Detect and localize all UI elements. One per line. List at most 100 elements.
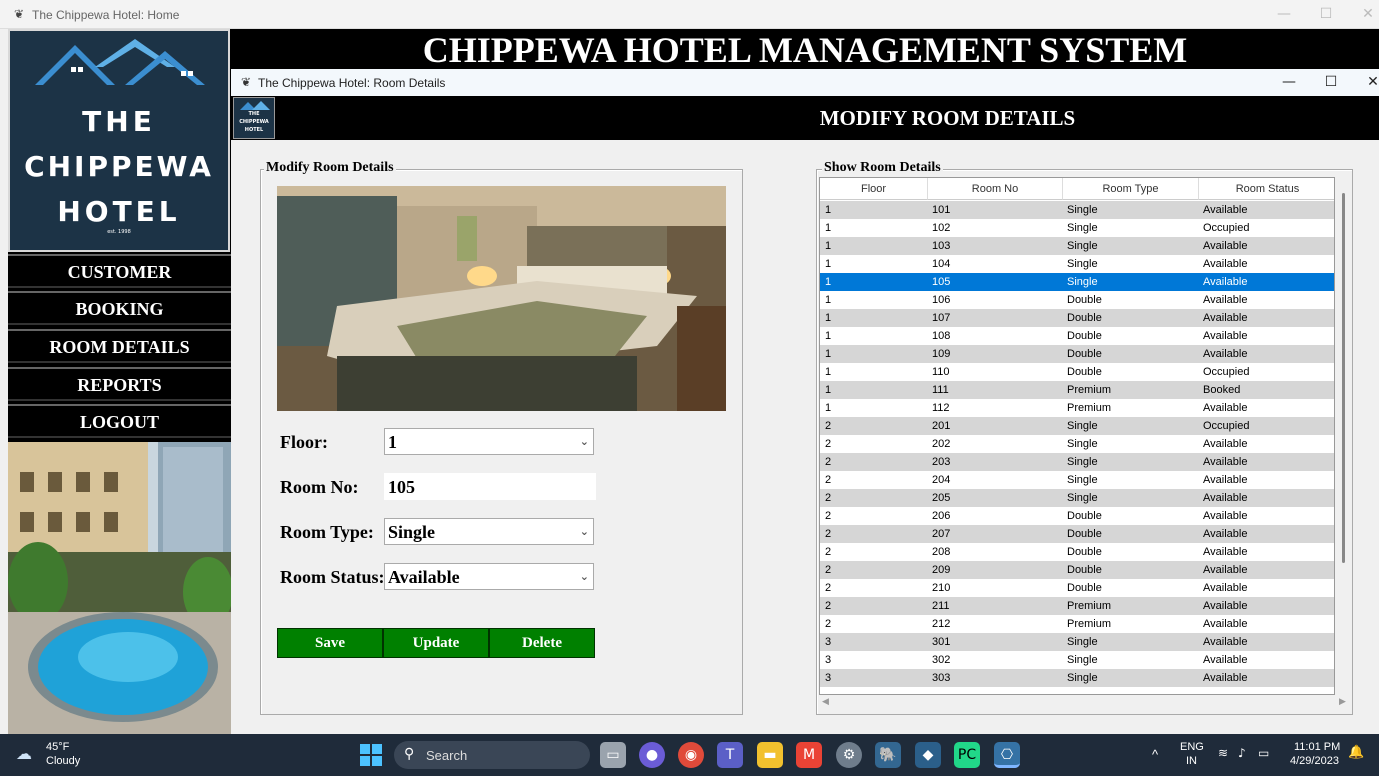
table-row[interactable]: 2 207 Double Available bbox=[820, 525, 1334, 543]
cell-room-status: Available bbox=[1203, 348, 1248, 360]
cell-room-type: Double bbox=[1067, 528, 1102, 540]
table-row[interactable]: 1 103 Single Available bbox=[820, 237, 1334, 255]
column-header-floor[interactable]: Floor bbox=[820, 178, 928, 200]
table-row[interactable]: 2 208 Double Available bbox=[820, 543, 1334, 561]
save-button[interactable]: Save bbox=[277, 628, 383, 658]
cell-room-type: Double bbox=[1067, 330, 1102, 342]
close-button[interactable]: ✕ bbox=[1348, 6, 1379, 22]
clock-time[interactable]: 11:01 PM bbox=[1294, 741, 1340, 753]
cell-room-type: Double bbox=[1067, 582, 1102, 594]
show-hidden-icons-chevron[interactable]: ^ bbox=[1152, 747, 1158, 762]
cell-room-status: Available bbox=[1203, 618, 1248, 630]
room-no-input[interactable]: 105 bbox=[384, 473, 596, 500]
cell-floor: 2 bbox=[825, 420, 832, 432]
python-icon[interactable]: ⎔ bbox=[994, 742, 1020, 768]
table-row[interactable]: 1 104 Single Available bbox=[820, 255, 1334, 273]
pycharm-icon[interactable]: PC bbox=[954, 742, 980, 768]
table-row[interactable]: 2 210 Double Available bbox=[820, 579, 1334, 597]
cell-floor: 2 bbox=[825, 564, 832, 576]
table-row[interactable]: 2 204 Single Available bbox=[820, 471, 1334, 489]
nav-customer-button[interactable]: CUSTOMER bbox=[8, 254, 231, 288]
table-row[interactable]: 2 211 Premium Available bbox=[820, 597, 1334, 615]
table-row[interactable]: 1 101 Single Available bbox=[820, 201, 1334, 219]
settings-icon[interactable]: ⚙ bbox=[836, 742, 862, 768]
cell-room-type: Premium bbox=[1067, 402, 1112, 414]
minimize-button[interactable]: — bbox=[1264, 6, 1304, 22]
cell-floor: 1 bbox=[825, 348, 832, 360]
nav-booking-button[interactable]: BOOKING bbox=[8, 291, 231, 325]
cell-floor: 2 bbox=[825, 582, 832, 594]
table-row[interactable]: 1 106 Double Available bbox=[820, 291, 1334, 309]
cell-room-status: Available bbox=[1203, 492, 1248, 504]
column-header-room-no[interactable]: Room No bbox=[928, 178, 1063, 200]
nav-logout-button[interactable]: LOGOUT bbox=[8, 404, 231, 438]
child-minimize-button[interactable]: — bbox=[1269, 74, 1309, 90]
language-line2[interactable]: IN bbox=[1186, 755, 1197, 767]
table-row[interactable]: 1 109 Double Available bbox=[820, 345, 1334, 363]
chrome-icon[interactable]: ◉ bbox=[678, 742, 704, 768]
child-window-titlebar: ❦ The Chippewa Hotel: Room Details — ☐ ✕ bbox=[231, 69, 1379, 96]
cell-room-type: Single bbox=[1067, 636, 1098, 648]
update-button[interactable]: Update bbox=[383, 628, 489, 658]
gmail-icon[interactable]: M bbox=[796, 742, 822, 768]
feather-icon: ❦ bbox=[241, 75, 252, 89]
table-row[interactable]: 1 110 Double Occupied bbox=[820, 363, 1334, 381]
maximize-button[interactable]: ☐ bbox=[1306, 6, 1346, 22]
child-close-button[interactable]: ✕ bbox=[1353, 74, 1379, 90]
cell-room-no: 203 bbox=[932, 456, 951, 468]
folder-icon[interactable]: ▬ bbox=[757, 742, 783, 768]
table-row[interactable]: 2 206 Double Available bbox=[820, 507, 1334, 525]
table-row[interactable]: 2 209 Double Available bbox=[820, 561, 1334, 579]
nav-room-details-button[interactable]: ROOM DETAILS bbox=[8, 329, 231, 363]
table-row[interactable]: 2 203 Single Available bbox=[820, 453, 1334, 471]
table-row[interactable]: 1 108 Double Available bbox=[820, 327, 1334, 345]
room-type-dropdown[interactable]: Single ⌄ bbox=[384, 518, 594, 545]
table-row[interactable]: 2 205 Single Available bbox=[820, 489, 1334, 507]
clock-date[interactable]: 4/29/2023 bbox=[1290, 755, 1339, 767]
child-maximize-button[interactable]: ☐ bbox=[1311, 74, 1351, 90]
table-row[interactable]: 1 112 Premium Available bbox=[820, 399, 1334, 417]
meet-icon[interactable]: ● bbox=[639, 742, 665, 768]
wifi-icon[interactable]: ≋ bbox=[1218, 746, 1228, 760]
table-row[interactable]: 3 302 Single Available bbox=[820, 651, 1334, 669]
teams-icon[interactable]: T bbox=[717, 742, 743, 768]
nav-reports-button[interactable]: REPORTS bbox=[8, 367, 231, 401]
table-row[interactable]: 3 301 Single Available bbox=[820, 633, 1334, 651]
floor-dropdown[interactable]: 1 ⌄ bbox=[384, 428, 594, 455]
cell-room-type: Single bbox=[1067, 654, 1098, 666]
vertical-scrollbar[interactable] bbox=[1337, 177, 1351, 695]
horizontal-scrollbar[interactable]: ◀ ▶ bbox=[819, 697, 1351, 711]
weather-desc[interactable]: Cloudy bbox=[46, 755, 80, 767]
table-row-selected[interactable]: 1 105 Single Available bbox=[820, 273, 1334, 291]
mini-hotel-logo: THE CHIPPEWA HOTEL bbox=[233, 97, 275, 139]
battery-icon[interactable]: ▭ bbox=[1258, 746, 1269, 760]
table-row[interactable]: 2 212 Premium Available bbox=[820, 615, 1334, 633]
mini-logo-line2: CHIPPEWA bbox=[239, 119, 269, 125]
table-row[interactable]: 3 303 Single Available bbox=[820, 669, 1334, 687]
cell-floor: 1 bbox=[825, 222, 832, 234]
column-header-room-status[interactable]: Room Status bbox=[1199, 178, 1334, 200]
table-row[interactable]: 2 202 Single Available bbox=[820, 435, 1334, 453]
volume-icon[interactable]: ♪ bbox=[1238, 746, 1246, 760]
language-line1[interactable]: ENG bbox=[1180, 741, 1204, 753]
windows-start-icon[interactable] bbox=[360, 744, 382, 766]
cell-room-no: 208 bbox=[932, 546, 951, 558]
scroll-right-icon[interactable]: ▶ bbox=[1339, 697, 1346, 707]
task-view-icon[interactable]: ▭ bbox=[600, 742, 626, 768]
app-icon[interactable]: ◆ bbox=[915, 742, 941, 768]
weather-temp[interactable]: 45°F bbox=[46, 741, 69, 753]
scroll-left-icon[interactable]: ◀ bbox=[822, 697, 829, 707]
cell-room-no: 205 bbox=[932, 492, 951, 504]
delete-button[interactable]: Delete bbox=[489, 628, 595, 658]
taskbar-search-box[interactable]: ⚲ Search bbox=[394, 741, 590, 769]
vertical-scroll-thumb[interactable] bbox=[1342, 193, 1345, 563]
table-row[interactable]: 2 201 Single Occupied bbox=[820, 417, 1334, 435]
table-row[interactable]: 1 102 Single Occupied bbox=[820, 219, 1334, 237]
room-photo bbox=[277, 186, 726, 411]
notification-bell-icon[interactable]: 🔔 bbox=[1348, 745, 1364, 760]
postgres-icon[interactable]: 🐘 bbox=[875, 742, 901, 768]
room-status-dropdown[interactable]: Available ⌄ bbox=[384, 563, 594, 590]
table-row[interactable]: 1 107 Double Available bbox=[820, 309, 1334, 327]
column-header-room-type[interactable]: Room Type bbox=[1063, 178, 1199, 200]
table-row[interactable]: 1 111 Premium Booked bbox=[820, 381, 1334, 399]
